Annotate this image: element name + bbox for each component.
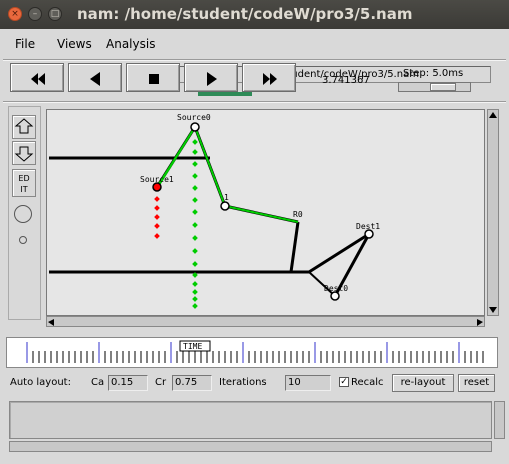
- fast-forward-icon: [263, 73, 277, 85]
- ca-field[interactable]: 0.15: [108, 375, 148, 391]
- packet: [192, 149, 198, 155]
- cr-label: Cr: [155, 377, 167, 388]
- stop-button[interactable]: [126, 63, 180, 92]
- auto-layout-bar: Auto layout: Ca 0.15 Cr 0.75 Iterations …: [0, 372, 509, 394]
- iterations-field[interactable]: 10: [285, 375, 331, 391]
- annotation-list[interactable]: [9, 401, 492, 439]
- recalc-checkbox[interactable]: ✓: [339, 377, 349, 387]
- menu-analysis[interactable]: Analysis: [106, 37, 155, 51]
- zoom-out-icon: [14, 146, 34, 162]
- node-label: Source0: [177, 113, 211, 122]
- close-window-button[interactable]: ×: [8, 7, 22, 21]
- packet: [154, 196, 160, 202]
- large-node-radio[interactable]: [14, 205, 32, 223]
- packet: [192, 296, 198, 302]
- edit-button[interactable]: ED IT: [12, 169, 36, 197]
- link-r0-lan: [289, 221, 300, 273]
- minimize-window-button[interactable]: –: [28, 7, 42, 21]
- divider: [3, 101, 506, 103]
- maximize-window-button[interactable]: □: [48, 7, 62, 21]
- rewind-button[interactable]: [10, 63, 64, 92]
- ca-label: Ca: [91, 377, 105, 388]
- step-slider[interactable]: [398, 82, 471, 92]
- node-dest0[interactable]: Dest0: [324, 284, 348, 301]
- node-source0[interactable]: Source0: [177, 113, 211, 132]
- tool-column: ED IT: [8, 106, 41, 320]
- zoom-in-icon: [14, 118, 34, 134]
- node-label: R0: [293, 210, 303, 219]
- node-r0[interactable]: R0: [293, 210, 303, 219]
- fast-forward-button[interactable]: [242, 63, 296, 92]
- step-label: Step: 5.0ms: [403, 68, 464, 79]
- playback-controls: 3.741367 Step: 5.0ms: [6, 61, 503, 101]
- packet: [154, 205, 160, 211]
- menu-views[interactable]: Views: [57, 37, 92, 51]
- packet: [192, 173, 198, 179]
- play-forward-icon: [207, 72, 217, 86]
- network-topology: Source0 Source1 1 R0 Dest1 Dest0: [49, 113, 380, 309]
- annotation-vertical-scrollbar[interactable]: [494, 401, 505, 439]
- source1-packets: [154, 196, 160, 239]
- packet: [192, 303, 198, 309]
- edit-label-top: ED: [18, 174, 30, 183]
- current-time: 3.741367: [322, 75, 370, 86]
- relayout-button[interactable]: re-layout: [392, 374, 454, 392]
- source0-packets: [192, 139, 198, 309]
- play-forward-button[interactable]: [184, 63, 238, 92]
- node-label: 1: [224, 193, 229, 202]
- timeline-ticks: TIME: [26, 340, 484, 363]
- packet: [192, 139, 198, 145]
- menu-bar: File Views Analysis /home/student/codeW/…: [0, 29, 509, 83]
- annotation-horizontal-scrollbar[interactable]: [9, 441, 492, 452]
- play-backward-icon: [90, 72, 100, 86]
- packet: [192, 197, 198, 203]
- small-node-radio[interactable]: [19, 236, 27, 244]
- zoom-out-button[interactable]: [12, 141, 36, 165]
- packet: [192, 289, 198, 295]
- packet: [192, 209, 198, 215]
- packet: [154, 223, 160, 229]
- iterations-label: Iterations: [219, 377, 267, 388]
- packet: [154, 233, 160, 239]
- zoom-in-button[interactable]: [12, 115, 36, 139]
- timeline[interactable]: TIME: [6, 337, 498, 368]
- packet: [192, 161, 198, 167]
- edit-label-bottom: IT: [20, 185, 28, 194]
- stop-icon: [149, 74, 159, 84]
- node-label: Dest0: [324, 284, 348, 293]
- node-dest1[interactable]: Dest1: [356, 222, 380, 239]
- node-label: Source1: [140, 175, 174, 184]
- node-source1[interactable]: Source1: [140, 175, 174, 192]
- recalc-label: Recalc: [351, 377, 384, 388]
- packet: [154, 214, 160, 220]
- packet: [192, 261, 198, 267]
- canvas-vertical-scrollbar[interactable]: [487, 109, 499, 316]
- packet: [192, 248, 198, 254]
- title-bar: × – □ nam: /home/student/codeW/pro3/5.na…: [0, 0, 509, 29]
- network-canvas[interactable]: Source0 Source1 1 R0 Dest1 Dest0: [46, 109, 485, 316]
- auto-layout-label: Auto layout:: [10, 377, 71, 388]
- menu-file[interactable]: File: [15, 37, 35, 51]
- play-backward-button[interactable]: [68, 63, 122, 92]
- rewind-icon: [31, 73, 45, 85]
- packet: [192, 222, 198, 228]
- cr-field[interactable]: 0.75: [172, 375, 212, 391]
- canvas-horizontal-scrollbar[interactable]: [46, 316, 485, 327]
- packet: [192, 235, 198, 241]
- time-label: TIME: [183, 342, 202, 351]
- step-slider-thumb[interactable]: [430, 83, 456, 91]
- node-label: Dest1: [356, 222, 380, 231]
- packet: [192, 185, 198, 191]
- packet: [192, 281, 198, 287]
- window-title: nam: /home/student/codeW/pro3/5.nam: [77, 5, 413, 23]
- reset-button[interactable]: reset: [458, 374, 495, 392]
